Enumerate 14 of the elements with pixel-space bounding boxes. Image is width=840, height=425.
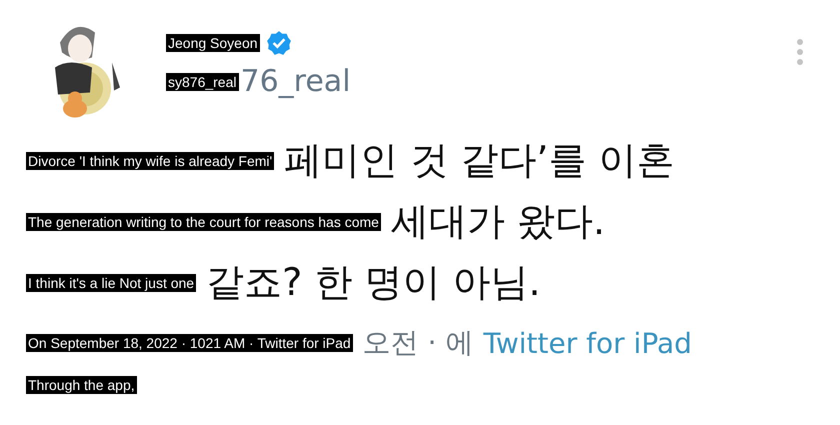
translation-overlay: Through the app, [26,376,137,394]
tweet-text: 같죠? 한 명이 아님. [206,259,541,306]
source-link[interactable]: Twitter for iPad [483,326,692,360]
handle-translation: sy876_real [166,72,238,90]
author-handle: 76_real [240,64,351,99]
translation-overlay: On September 18, 2022 · 1021 AM · Twitter for iPad [26,334,353,352]
more-icon[interactable] [796,38,804,66]
tweet-text: 페미인 것 같다’를 이혼 [284,137,675,184]
translation-overlay: I think it's a lie Not just one [26,274,196,292]
translation-overlay: Divorce 'I think my wife is already Femi' [26,152,274,170]
translation-overlay: The generation writing to the court for reasons has come [26,212,381,230]
tweet-text: 세대가 왔다. [390,198,606,245]
tweet-timestamp: 오전 · 에 [362,325,474,361]
author-name: Jeong Soyeon [166,34,260,52]
